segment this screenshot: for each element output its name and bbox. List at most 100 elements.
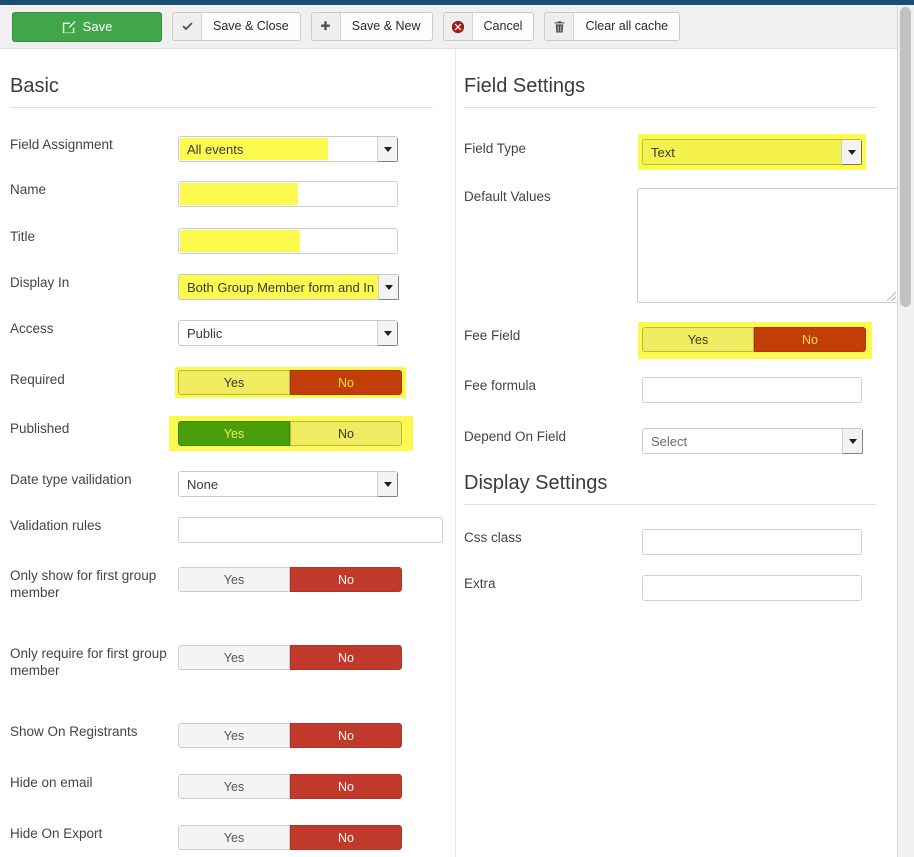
label-access: Access bbox=[0, 320, 178, 337]
only-require-no-option[interactable]: No bbox=[290, 645, 402, 670]
extra-input[interactable] bbox=[642, 575, 862, 601]
chevron-down-icon[interactable] bbox=[378, 275, 398, 299]
required-no-option[interactable]: No bbox=[290, 370, 402, 395]
field-assignment-value: All events bbox=[179, 142, 243, 157]
default-values-textarea[interactable] bbox=[637, 188, 898, 303]
field-settings-title: Field Settings bbox=[464, 75, 877, 108]
label-display-in: Display In bbox=[0, 274, 178, 291]
hide-on-export-toggle[interactable]: Yes No bbox=[178, 825, 402, 850]
label-published: Published bbox=[0, 416, 178, 437]
show-on-registrants-yes-option[interactable]: Yes bbox=[178, 723, 290, 748]
label-fee-formula: Fee formula bbox=[456, 377, 642, 394]
required-toggle[interactable]: Yes No bbox=[178, 370, 402, 395]
row-css-class: Css class bbox=[456, 529, 898, 555]
cancel-button[interactable]: Cancel bbox=[443, 12, 535, 41]
row-required: Required Yes No bbox=[0, 367, 455, 398]
form-page: Basic Field Assignment All events Name T… bbox=[0, 49, 898, 857]
row-only-show-first-group-member: Only show for first group member Yes No bbox=[0, 567, 455, 601]
label-fee-field: Fee Field bbox=[456, 322, 642, 344]
display-in-select[interactable]: Both Group Member form and In bbox=[178, 274, 399, 300]
resize-grip-icon[interactable] bbox=[887, 292, 896, 301]
published-toggle[interactable]: Yes No bbox=[178, 421, 402, 446]
fee-field-yes-option[interactable]: Yes bbox=[642, 327, 754, 352]
trash-icon bbox=[545, 13, 574, 40]
label-show-on-registrants: Show On Registrants bbox=[0, 723, 178, 740]
row-extra: Extra bbox=[456, 575, 898, 601]
label-default-values: Default Values bbox=[456, 188, 637, 205]
hide-on-email-no-option[interactable]: No bbox=[290, 774, 402, 799]
hide-on-email-toggle[interactable]: Yes No bbox=[178, 774, 402, 799]
required-yes-option[interactable]: Yes bbox=[178, 370, 290, 395]
access-select[interactable]: Public bbox=[178, 320, 398, 346]
label-css-class: Css class bbox=[456, 529, 642, 546]
display-settings-title: Display Settings bbox=[464, 472, 877, 505]
validation-rules-input[interactable] bbox=[178, 517, 443, 543]
only-show-yes-option[interactable]: Yes bbox=[178, 567, 290, 592]
fee-field-no-option[interactable]: No bbox=[754, 327, 866, 352]
vertical-scrollbar[interactable] bbox=[897, 5, 914, 857]
show-on-registrants-toggle[interactable]: Yes No bbox=[178, 723, 402, 748]
chevron-down-icon[interactable] bbox=[377, 321, 397, 345]
hide-on-email-yes-option[interactable]: Yes bbox=[178, 774, 290, 799]
field-settings-section: Field Settings Field Type Text Default V… bbox=[455, 49, 898, 857]
row-only-require-first-group-member: Only require for first group member Yes … bbox=[0, 645, 455, 679]
access-value: Public bbox=[179, 326, 222, 341]
label-extra: Extra bbox=[456, 575, 642, 592]
fee-formula-input[interactable] bbox=[642, 377, 862, 403]
action-toolbar: Save Save & Close Save & New Cancel Clea… bbox=[0, 5, 898, 49]
depend-on-field-value: Select bbox=[643, 434, 687, 449]
field-assignment-select[interactable]: All events bbox=[178, 136, 398, 162]
name-input[interactable] bbox=[178, 181, 398, 207]
row-name: Name bbox=[0, 181, 455, 207]
row-depend-on-field: Depend On Field Select bbox=[456, 428, 898, 454]
chevron-down-icon[interactable] bbox=[842, 429, 862, 453]
label-name: Name bbox=[0, 181, 178, 198]
cancel-circle-icon bbox=[444, 13, 473, 40]
hide-on-export-no-option[interactable]: No bbox=[290, 825, 402, 850]
scrollbar-thumb[interactable] bbox=[900, 7, 911, 307]
date-type-validation-value: None bbox=[179, 477, 218, 492]
cancel-button-label: Cancel bbox=[473, 13, 534, 40]
chevron-down-icon[interactable] bbox=[841, 140, 861, 164]
only-require-yes-option[interactable]: Yes bbox=[178, 645, 290, 670]
field-type-select[interactable]: Text bbox=[642, 139, 862, 165]
row-hide-on-export: Hide On Export Yes No bbox=[0, 825, 455, 850]
fee-field-toggle[interactable]: Yes No bbox=[642, 327, 866, 352]
save-and-new-button[interactable]: Save & New bbox=[311, 12, 433, 41]
row-validation-rules: Validation rules bbox=[0, 517, 455, 543]
label-only-require-first-group-member: Only require for first group member bbox=[0, 645, 178, 679]
save-and-close-button[interactable]: Save & Close bbox=[172, 12, 301, 41]
row-published: Published Yes No bbox=[0, 416, 455, 451]
published-yes-option[interactable]: Yes bbox=[178, 421, 290, 446]
basic-section-title: Basic bbox=[10, 75, 433, 108]
chevron-down-icon[interactable] bbox=[377, 137, 397, 161]
row-display-in: Display In Both Group Member form and In bbox=[0, 274, 455, 300]
display-in-value: Both Group Member form and In bbox=[179, 280, 385, 295]
label-title: Title bbox=[0, 228, 178, 245]
required-toggle-highlight: Yes No bbox=[175, 367, 406, 398]
field-type-highlight: Text bbox=[638, 134, 866, 170]
only-show-no-option[interactable]: No bbox=[290, 567, 402, 592]
chevron-down-icon[interactable] bbox=[377, 472, 397, 496]
label-field-assignment: Field Assignment bbox=[0, 136, 178, 153]
show-on-registrants-no-option[interactable]: No bbox=[290, 723, 402, 748]
hide-on-export-yes-option[interactable]: Yes bbox=[178, 825, 290, 850]
row-show-on-registrants: Show On Registrants Yes No bbox=[0, 723, 455, 748]
clear-all-cache-button[interactable]: Clear all cache bbox=[544, 12, 680, 41]
label-hide-on-email: Hide on email bbox=[0, 774, 178, 791]
plus-icon bbox=[312, 13, 341, 40]
save-and-close-label: Save & Close bbox=[202, 13, 300, 40]
date-type-validation-select[interactable]: None bbox=[178, 471, 398, 497]
only-show-first-group-member-toggle[interactable]: Yes No bbox=[178, 567, 402, 592]
fee-field-toggle-highlight: Yes No bbox=[638, 322, 872, 359]
basic-section: Basic Field Assignment All events Name T… bbox=[0, 49, 455, 850]
published-no-option[interactable]: No bbox=[290, 421, 402, 446]
only-require-first-group-member-toggle[interactable]: Yes No bbox=[178, 645, 402, 670]
depend-on-field-select[interactable]: Select bbox=[642, 428, 863, 454]
row-fee-field: Fee Field Yes No bbox=[456, 322, 898, 359]
css-class-input[interactable] bbox=[642, 529, 862, 555]
save-button[interactable]: Save bbox=[12, 12, 162, 42]
title-input[interactable] bbox=[178, 228, 398, 254]
field-type-value: Text bbox=[643, 145, 675, 160]
row-title: Title bbox=[0, 228, 455, 254]
